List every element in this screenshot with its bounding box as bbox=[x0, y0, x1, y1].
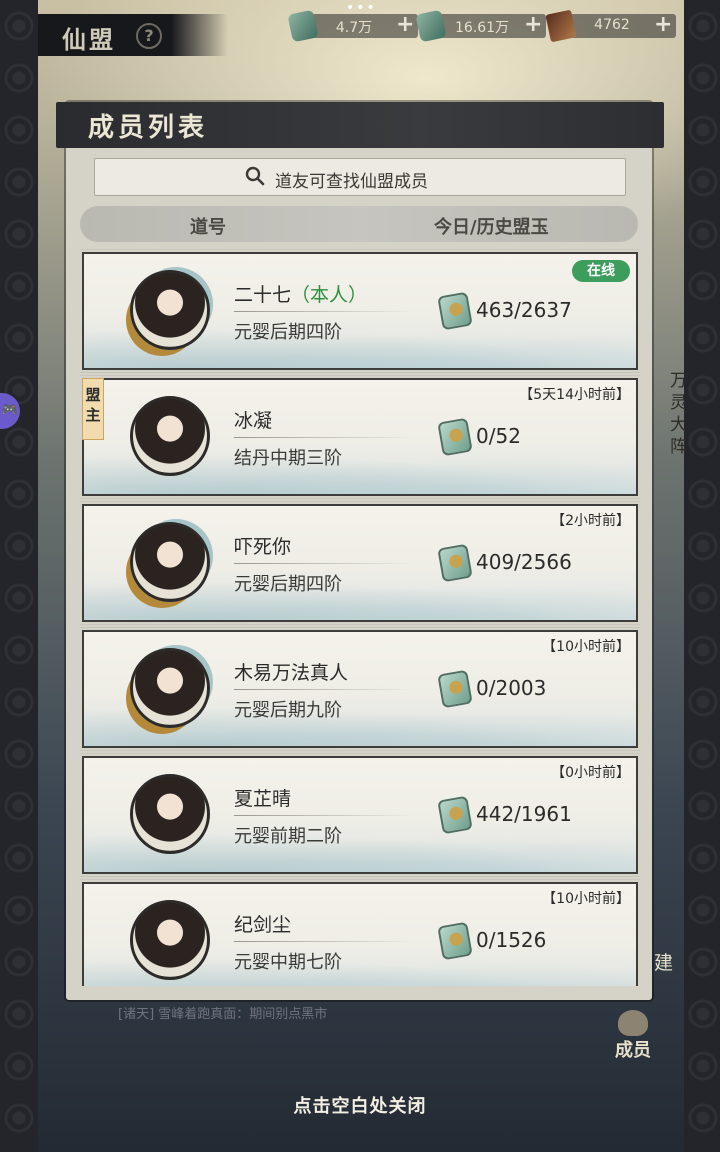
divider bbox=[234, 815, 414, 816]
member-name: 纪剑尘 bbox=[234, 914, 292, 936]
divider bbox=[234, 311, 414, 312]
member-list-panel: 成员列表 道友可查找仙盟成员 道号 今日/历史盟玉 二十七（本人） 元婴后期四阶 4… bbox=[56, 102, 664, 1000]
more-dots-icon[interactable]: ••• bbox=[346, 1, 377, 15]
member-jade-value: 409/2566 bbox=[476, 550, 572, 574]
divider bbox=[234, 437, 414, 438]
jade-icon bbox=[437, 291, 473, 331]
last-online-status: 【5天14小时前】 bbox=[519, 387, 630, 403]
help-icon[interactable]: ? bbox=[136, 23, 162, 49]
member-name-row: 夏芷晴 bbox=[234, 784, 291, 811]
member-card[interactable]: 盟主冰凝结丹中期三阶 0/52 【5天14小时前】 bbox=[80, 375, 640, 499]
column-header: 道号 今日/历史盟玉 bbox=[80, 206, 638, 242]
member-avatar[interactable] bbox=[130, 648, 210, 728]
build-label: 建 bbox=[654, 952, 674, 974]
leader-tag: 盟主 bbox=[82, 378, 104, 440]
member-name-row: 纪剑尘 bbox=[234, 910, 291, 937]
last-online-status: 【10小时前】 bbox=[542, 891, 630, 907]
member-card[interactable]: 吓死你元婴后期四阶 409/2566 【2小时前】 bbox=[80, 501, 640, 625]
divider bbox=[234, 689, 414, 690]
member-jade-value: 0/2003 bbox=[476, 676, 547, 700]
add-scroll-button[interactable]: + bbox=[654, 12, 672, 37]
member-name: 吓死你 bbox=[234, 536, 292, 558]
news-ticker: [诸天] 雪峰着跑真面：期间别点黑市 bbox=[118, 1007, 328, 1022]
member-avatar[interactable] bbox=[130, 522, 210, 602]
online-badge: 在线 bbox=[572, 260, 630, 282]
member-jade-value: 442/1961 bbox=[476, 802, 572, 826]
member-avatar[interactable] bbox=[130, 900, 210, 980]
member-realm: 元婴前期二阶 bbox=[234, 826, 342, 847]
member-name-row: 冰凝 bbox=[234, 406, 272, 433]
member-name: 夏芷晴 bbox=[234, 788, 292, 810]
jade-icon bbox=[437, 543, 473, 583]
jade-icon bbox=[437, 795, 473, 835]
jade-icon bbox=[437, 921, 473, 961]
member-realm: 结丹中期三阶 bbox=[234, 448, 342, 469]
panel-header: 成员列表 bbox=[56, 102, 664, 148]
member-list[interactable]: 二十七（本人） 元婴后期四阶 463/2637 在线盟主冰凝结丹中期三阶 0/52 【5天… bbox=[80, 248, 640, 986]
add-jade-button[interactable]: + bbox=[396, 12, 414, 37]
self-tag: （本人） bbox=[291, 284, 368, 306]
last-online-status: 【10小时前】 bbox=[542, 639, 630, 655]
divider bbox=[234, 941, 414, 942]
members-button[interactable]: 成员 bbox=[608, 1010, 658, 1062]
guild-title-tag: 仙盟 ? bbox=[38, 14, 228, 56]
right-decoration-text: 万灵大阵 bbox=[670, 371, 687, 457]
search-placeholder: 道友可查找仙盟成员 bbox=[275, 172, 428, 192]
member-name: 二十七 bbox=[234, 284, 292, 306]
member-realm: 元婴后期九阶 bbox=[234, 700, 342, 721]
member-avatar[interactable] bbox=[130, 396, 210, 476]
member-jade-value: 463/2637 bbox=[476, 298, 572, 322]
member-name: 冰凝 bbox=[234, 410, 273, 432]
member-jade-value: 0/52 bbox=[476, 424, 521, 448]
member-jade-value: 0/1526 bbox=[476, 928, 547, 952]
member-card[interactable]: 木易万法真人 元婴后期九阶 0/2003 【10小时前】 bbox=[80, 627, 640, 751]
member-realm: 元婴后期四阶 bbox=[234, 574, 342, 595]
search-icon bbox=[245, 166, 265, 186]
top-bar: 仙盟 ? ••• 4.7万 + 16.61万 + 4762 + bbox=[38, 0, 684, 56]
member-name: 木易万法真人 bbox=[234, 662, 349, 684]
add-spirit-stone-button[interactable]: + bbox=[524, 12, 542, 37]
close-hint[interactable]: 点击空白处关闭 bbox=[0, 1092, 720, 1118]
column-jade: 今日/历史盟玉 bbox=[434, 217, 549, 238]
member-name-row: 吓死你 bbox=[234, 532, 291, 559]
jade-icon bbox=[437, 669, 473, 709]
member-card[interactable]: 夏芷晴元婴前期二阶 442/1961 【0小时前】 bbox=[80, 753, 640, 877]
member-realm: 元婴中期七阶 bbox=[234, 952, 342, 973]
panel-title: 成员列表 bbox=[88, 113, 209, 143]
member-avatar[interactable] bbox=[130, 270, 210, 350]
member-name-row: 二十七（本人） bbox=[234, 280, 367, 307]
member-search-input[interactable]: 道友可查找仙盟成员 bbox=[94, 158, 626, 196]
left-swirl-border bbox=[0, 0, 38, 1152]
column-name: 道号 bbox=[190, 217, 226, 238]
divider bbox=[234, 563, 414, 564]
last-online-status: 【0小时前】 bbox=[551, 765, 630, 781]
members-icon bbox=[618, 1010, 648, 1036]
member-avatar[interactable] bbox=[130, 774, 210, 854]
member-card[interactable]: 二十七（本人） 元婴后期四阶 463/2637 在线 bbox=[80, 249, 640, 373]
member-card[interactable]: 纪剑尘元婴中期七阶 0/1526 【10小时前】 bbox=[80, 879, 640, 986]
last-online-status: 【2小时前】 bbox=[551, 513, 630, 529]
member-realm: 元婴后期四阶 bbox=[234, 322, 342, 343]
guild-title: 仙盟 bbox=[62, 25, 116, 54]
jade-icon bbox=[437, 417, 473, 457]
right-swirl-border bbox=[684, 0, 720, 1152]
member-name-row: 木易万法真人 bbox=[234, 658, 348, 685]
